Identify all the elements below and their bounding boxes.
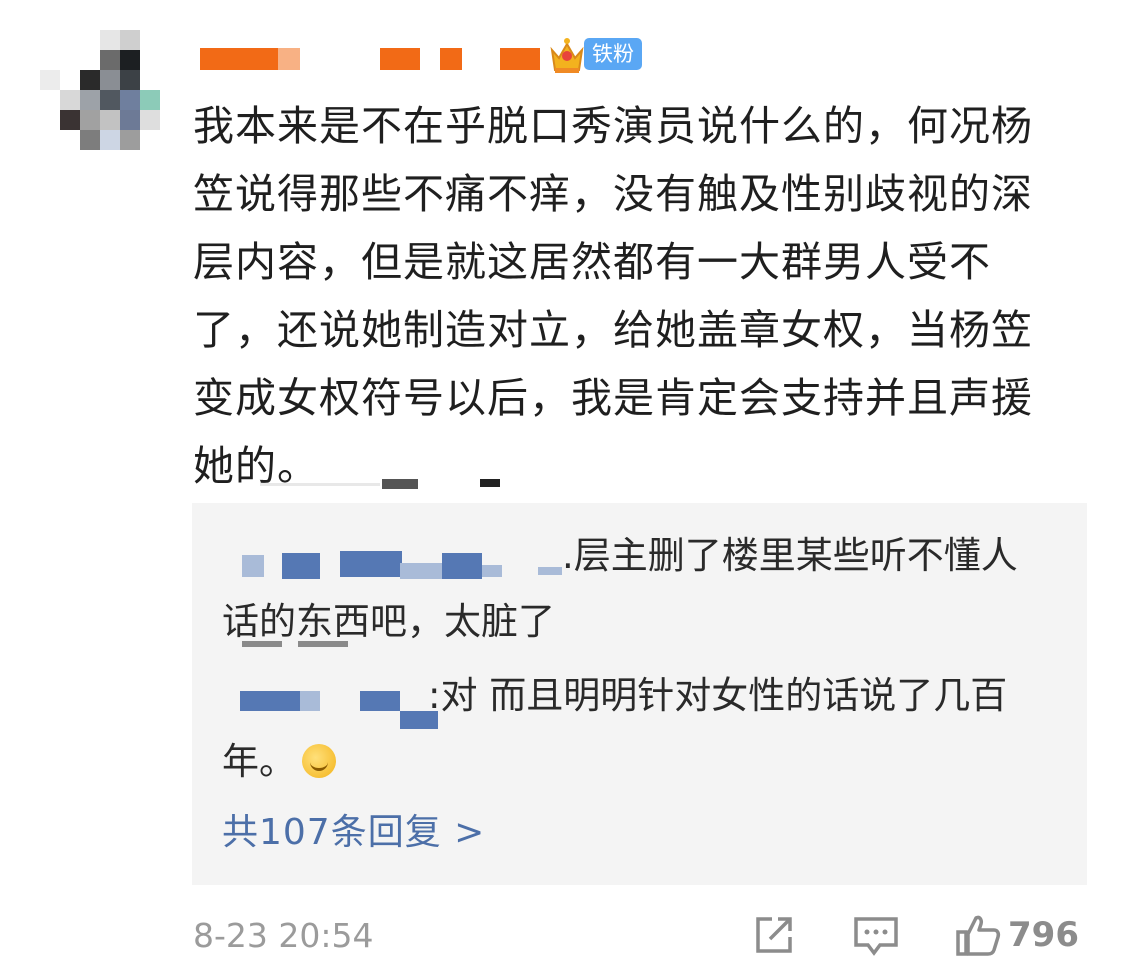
- comment-button[interactable]: [852, 912, 900, 958]
- reply-username[interactable]: [222, 523, 562, 589]
- comment-card: 铁粉 我本来是不在乎脱口秀演员说什么的，何况杨笠说得那些不痛不痒，没有触及性别歧…: [0, 0, 1125, 972]
- comment-icon: [854, 917, 898, 956]
- redaction-smudge: [260, 479, 500, 489]
- reply-username[interactable]: [222, 663, 438, 729]
- thumbs-up-icon: [956, 915, 1001, 956]
- like-count: 796: [1008, 915, 1079, 955]
- like-button[interactable]: 796: [954, 912, 1079, 958]
- reply-item[interactable]: :对 而且明明针对女性的话说了几百年。: [222, 663, 1042, 795]
- username[interactable]: [200, 45, 550, 73]
- smirk-emoji-icon: [302, 744, 336, 778]
- reply-item[interactable]: .层主删了楼里某些听不懂人话的东西吧，太脏了: [222, 523, 1042, 655]
- comment-text: 我本来是不在乎脱口秀演员说什么的，何况杨笠说得那些不痛不痒，没有触及性别歧视的深…: [193, 102, 1033, 490]
- timestamp: 8-23 20:54: [193, 916, 374, 955]
- crown-icon: [550, 38, 584, 73]
- redaction-smudge: [242, 639, 382, 649]
- avatar[interactable]: [38, 30, 178, 170]
- fan-badge: 铁粉: [584, 38, 642, 70]
- reply-separator: .: [562, 534, 574, 577]
- share-button[interactable]: [752, 912, 796, 958]
- more-replies-link[interactable]: 共107条回复 >: [222, 803, 485, 855]
- share-icon: [756, 917, 792, 953]
- reply-box: .层主删了楼里某些听不懂人话的东西吧，太脏了 :对 而且明明针对女性的话说了几百…: [192, 503, 1087, 885]
